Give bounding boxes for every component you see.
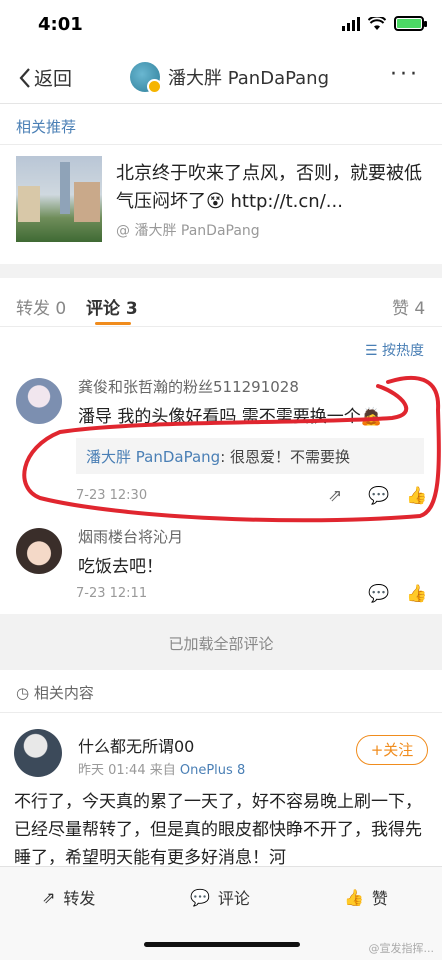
related-device[interactable]: OnePlus 8 (180, 763, 245, 778)
related-post-text[interactable]: 不行了，今天真的累了一天了，好不容易晚上刷一下，已经尽量帮转了，但是真的眼皮都快… (14, 788, 428, 872)
avatar[interactable] (14, 729, 62, 777)
comment-label: 评论 (217, 889, 250, 908)
loaded-all-label: 已加载全部评论 (0, 618, 442, 670)
follow-button[interactable]: +关注 (356, 735, 428, 765)
related-header: ◷ 相关内容 (16, 682, 94, 703)
home-indicator[interactable] (144, 942, 300, 947)
related-username[interactable]: 什么都无所谓00 (78, 733, 194, 757)
repost-icon: ⇗ (42, 887, 56, 907)
repost-button[interactable]: ⇗ 转发 (42, 885, 95, 909)
related-meta: 昨天 01:44 来自 OnePlus 8 (78, 759, 245, 778)
repost-label: 转发 (63, 889, 96, 908)
comment-button[interactable]: 💬 评论 (190, 885, 250, 909)
related-label: 相关内容 (33, 684, 94, 702)
related-time: 昨天 01:44 来自 (78, 763, 180, 778)
clock-icon: ◷ (16, 684, 34, 702)
comment-icon: 💬 (190, 887, 210, 907)
divider (0, 712, 442, 713)
watermark: @宣发指挥... (368, 942, 435, 955)
like-icon: 👍 (344, 887, 364, 907)
like-label: 赞 (371, 889, 388, 908)
like-button[interactable]: 👍 赞 (344, 885, 388, 909)
